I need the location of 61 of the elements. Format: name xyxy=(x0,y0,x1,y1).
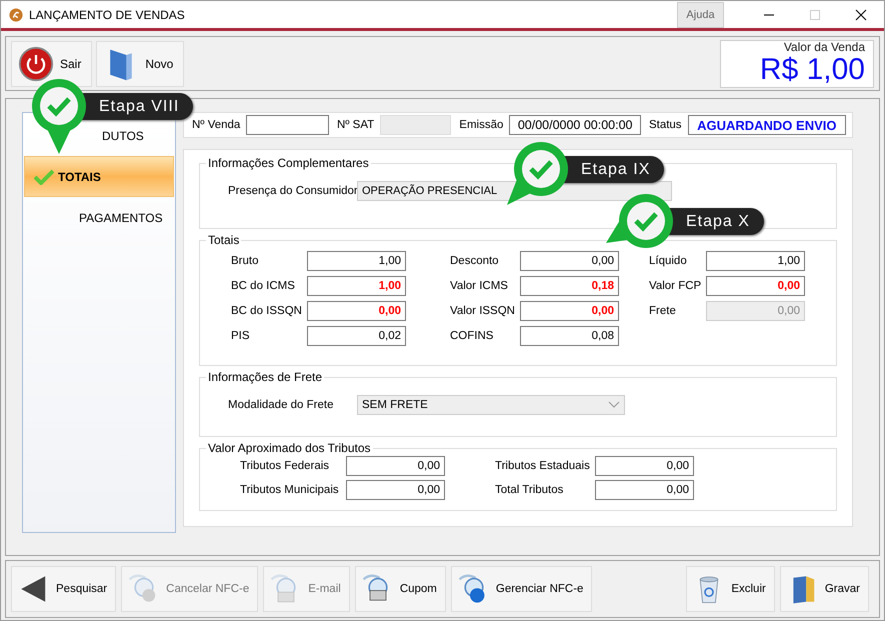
field-label: Nº SAT xyxy=(336,119,374,131)
number-field[interactable]: 0,00 xyxy=(346,480,445,500)
field-label: Tributos Estaduais xyxy=(495,460,591,472)
group-title: Totais xyxy=(207,233,240,247)
field-label: Valor ISSQN xyxy=(450,305,516,317)
close-icon[interactable] xyxy=(855,8,867,20)
sale-value: R$ 1,00 xyxy=(760,54,865,86)
field-label: Líquido xyxy=(649,255,688,267)
field-label: COFINS xyxy=(450,330,494,342)
sidebar-item[interactable]: TOTAIS xyxy=(24,156,174,197)
number-field[interactable]: 0,00 xyxy=(520,251,619,271)
field-label: Bruto xyxy=(231,255,260,267)
toolbar-button[interactable]: Sair xyxy=(11,40,92,86)
help-tab[interactable]: Ajuda xyxy=(677,2,724,28)
toolbar-button[interactable]: Gerenciar NFC-e xyxy=(450,566,592,612)
window-title: LANÇAMENTO DE VENDAS xyxy=(29,8,186,22)
number-field[interactable]: 0,02 xyxy=(307,326,406,346)
field-label: Tributos Federais xyxy=(240,460,330,472)
field-label: Desconto xyxy=(450,255,500,267)
field-label: Modalidade do Frete xyxy=(228,399,334,411)
field-label: Valor FCP xyxy=(649,280,702,292)
text-field[interactable] xyxy=(246,115,329,135)
field-label: Total Tributos xyxy=(495,484,564,496)
dropdown[interactable]: SEM FRETE xyxy=(357,395,625,415)
group-title: Informações de Frete xyxy=(207,370,324,384)
sale-value-label: Valor da Venda xyxy=(784,40,865,54)
sidebar-item[interactable]: PAGAMENTOS xyxy=(24,197,174,238)
number-field[interactable]: 0,00 xyxy=(595,456,694,476)
number-field[interactable]: 0,00 xyxy=(346,456,445,476)
field-label: Tributos Municipais xyxy=(240,484,340,496)
number-field[interactable]: 0,00 xyxy=(520,301,619,321)
toolbar-button[interactable]: Cupom xyxy=(354,566,446,612)
text-field[interactable]: 00/00/0000 00:00:00 xyxy=(509,115,641,135)
number-field[interactable]: 1,00 xyxy=(307,276,406,296)
group-title: Informações Complementares xyxy=(207,156,370,170)
field-label: PIS xyxy=(231,330,251,342)
number-field[interactable]: 0,00 xyxy=(595,480,694,500)
toolbar-button[interactable]: Pesquisar xyxy=(11,566,116,612)
app-logo-icon xyxy=(9,8,23,22)
power-icon xyxy=(18,46,54,82)
number-field[interactable]: 0,08 xyxy=(520,326,619,346)
field-label: Frete xyxy=(649,305,677,317)
toolbar-button[interactable]: Novo xyxy=(96,40,184,86)
field-label: Emissão xyxy=(459,119,504,131)
number-field[interactable]: 1,00 xyxy=(706,251,805,271)
field-label: Nº Venda xyxy=(192,119,240,131)
field-label: BC do ICMS xyxy=(231,280,296,292)
field-label: BC do ISSQN xyxy=(231,305,303,317)
field-label: Valor ICMS xyxy=(450,280,509,292)
toolbar-button[interactable]: Excluir xyxy=(686,566,775,612)
chevron-down-icon xyxy=(608,401,620,409)
number-field[interactable]: 0,00 xyxy=(307,301,406,321)
number-field[interactable]: 0,18 xyxy=(520,276,619,296)
field-label: Status xyxy=(648,119,682,131)
number-field[interactable]: 1,00 xyxy=(307,251,406,271)
text-field[interactable]: AGUARDANDO ENVIO xyxy=(688,115,846,135)
number-field[interactable]: 0,00 xyxy=(706,276,805,296)
field-label: Presença do Consumidor xyxy=(228,185,357,197)
check-icon xyxy=(34,168,54,184)
group-title: Valor Aproximado dos Tributos xyxy=(207,441,372,455)
toolbar-button[interactable]: Gravar xyxy=(780,566,869,612)
